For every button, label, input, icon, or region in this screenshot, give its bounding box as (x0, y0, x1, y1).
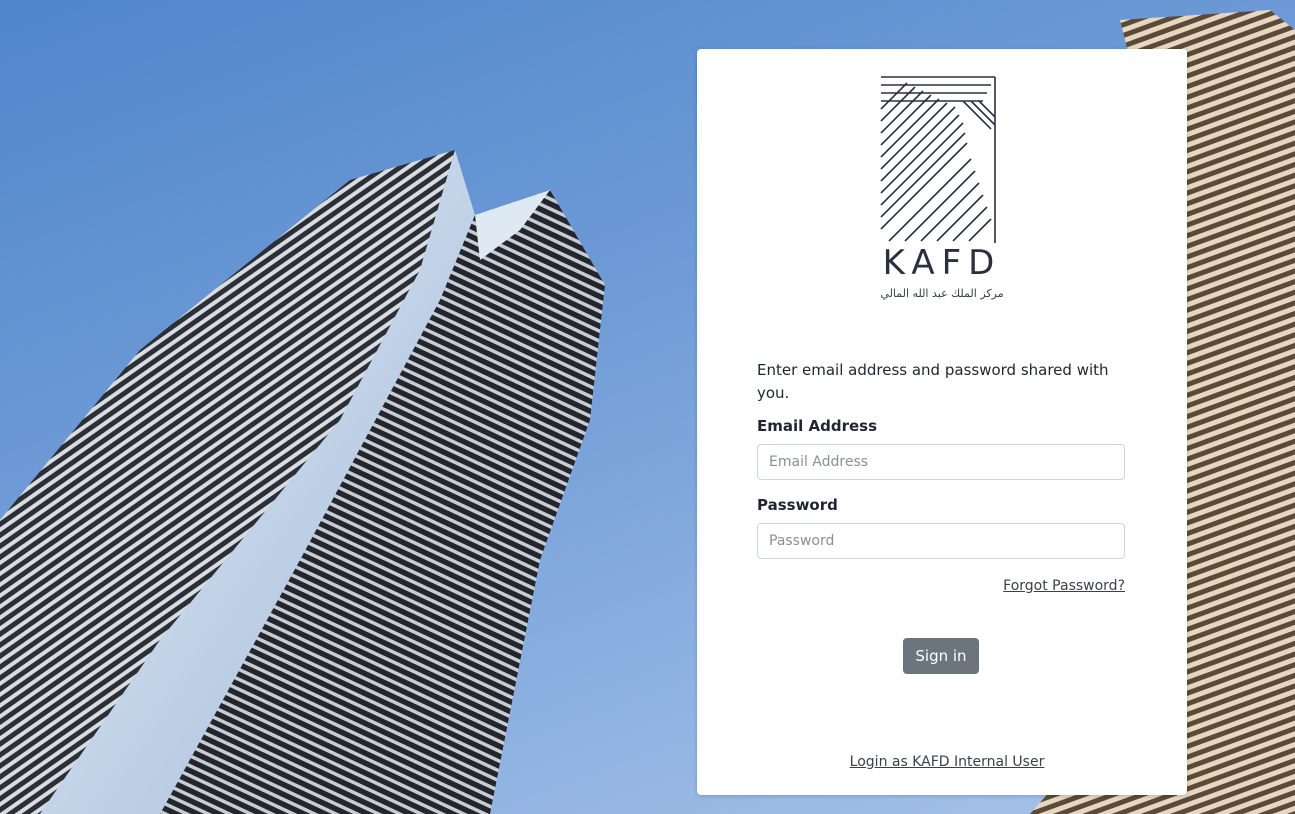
logo-arabic-name: مركز الملك عبد الله المالي (880, 287, 1004, 300)
login-card: KAFD مركز الملك عبد الله المالي Enter em… (697, 49, 1187, 795)
internal-user-login-link[interactable]: Login as KAFD Internal User (850, 754, 1045, 770)
email-label: Email Address (757, 417, 878, 435)
email-field[interactable] (757, 444, 1125, 480)
logo-wordmark: KAFD (882, 243, 1002, 283)
forgot-password-row: Forgot Password? (757, 575, 1125, 594)
kafd-logo: KAFD مركز الملك عبد الله المالي (867, 75, 1017, 305)
login-form: Enter email address and password shared … (757, 359, 1125, 674)
forgot-password-link[interactable]: Forgot Password? (1003, 578, 1125, 594)
password-label: Password (757, 496, 838, 514)
password-field[interactable] (757, 523, 1125, 559)
signin-row: Sign in (757, 638, 1125, 674)
kafd-building-logo-icon (880, 76, 996, 243)
form-instructions: Enter email address and password shared … (757, 361, 1109, 402)
internal-login-row: Login as KAFD Internal User (697, 751, 1197, 770)
signin-button[interactable]: Sign in (903, 638, 979, 674)
